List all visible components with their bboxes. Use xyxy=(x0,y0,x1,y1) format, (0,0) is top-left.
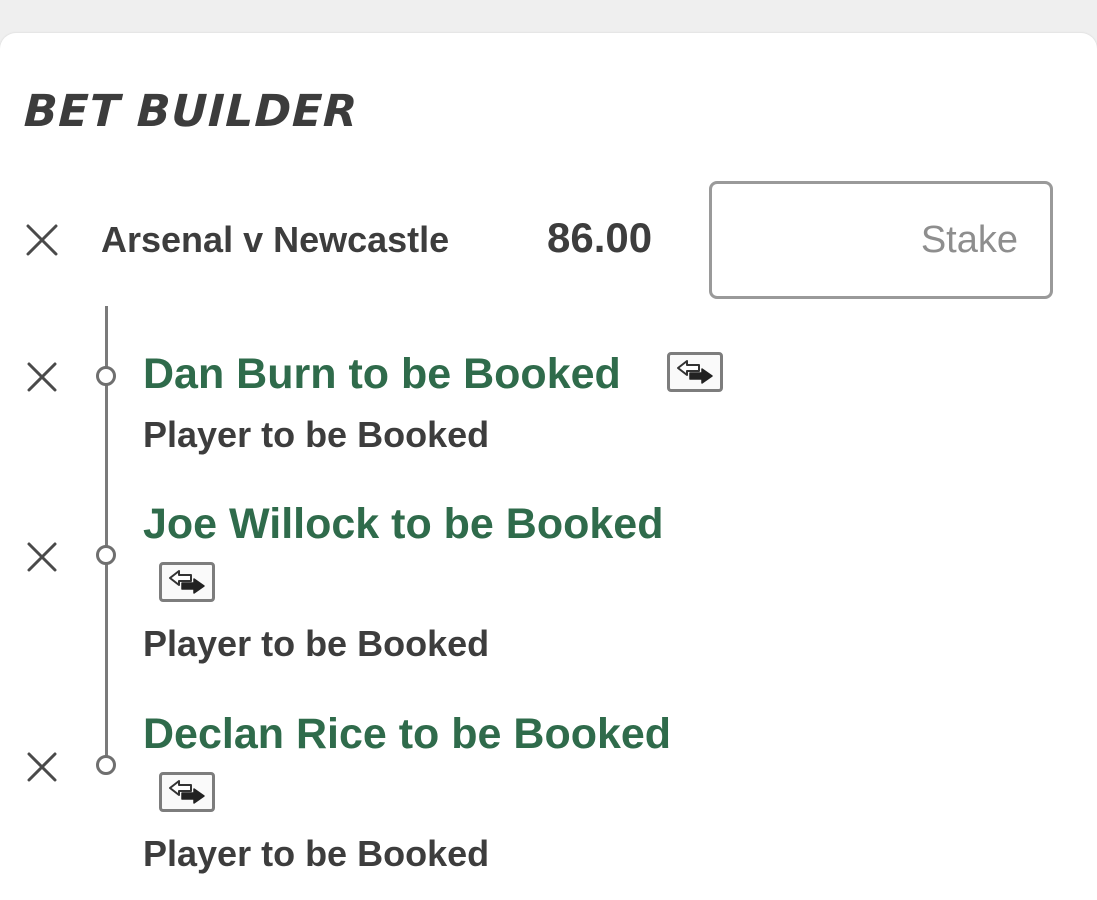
remove-selection-button[interactable] xyxy=(22,537,62,577)
swap-arrows-icon xyxy=(677,360,713,384)
selection-market: Player to be Booked xyxy=(143,833,490,874)
bet-builder-card xyxy=(0,33,1097,900)
swap-arrows-icon xyxy=(169,780,205,804)
close-icon xyxy=(27,542,57,572)
swap-arrows-icon xyxy=(169,570,205,594)
remove-match-button[interactable] xyxy=(22,220,62,260)
selection-market: Player to be Booked xyxy=(143,623,490,664)
remove-selection-button[interactable] xyxy=(22,357,62,397)
page-title: BET BUILDER xyxy=(23,86,359,137)
remove-selection-button[interactable] xyxy=(22,747,62,787)
stake-input[interactable] xyxy=(709,181,1053,299)
close-icon xyxy=(26,224,58,256)
selection-name: Joe Willock to be Booked xyxy=(143,500,664,548)
swap-selection-button[interactable] xyxy=(159,772,215,812)
timeline-node xyxy=(96,366,116,386)
close-icon xyxy=(27,752,57,782)
selection-name: Declan Rice to be Booked xyxy=(143,710,672,758)
selection-market: Player to be Booked xyxy=(143,414,490,455)
swap-selection-button[interactable] xyxy=(159,562,215,602)
match-name: Arsenal v Newcastle xyxy=(101,219,450,260)
match-odds: 86.00 xyxy=(547,214,653,261)
timeline-node xyxy=(96,755,116,775)
timeline-node xyxy=(96,545,116,565)
swap-selection-button[interactable] xyxy=(667,352,723,392)
selection-name: Dan Burn to be Booked xyxy=(143,350,621,398)
close-icon xyxy=(27,362,57,392)
